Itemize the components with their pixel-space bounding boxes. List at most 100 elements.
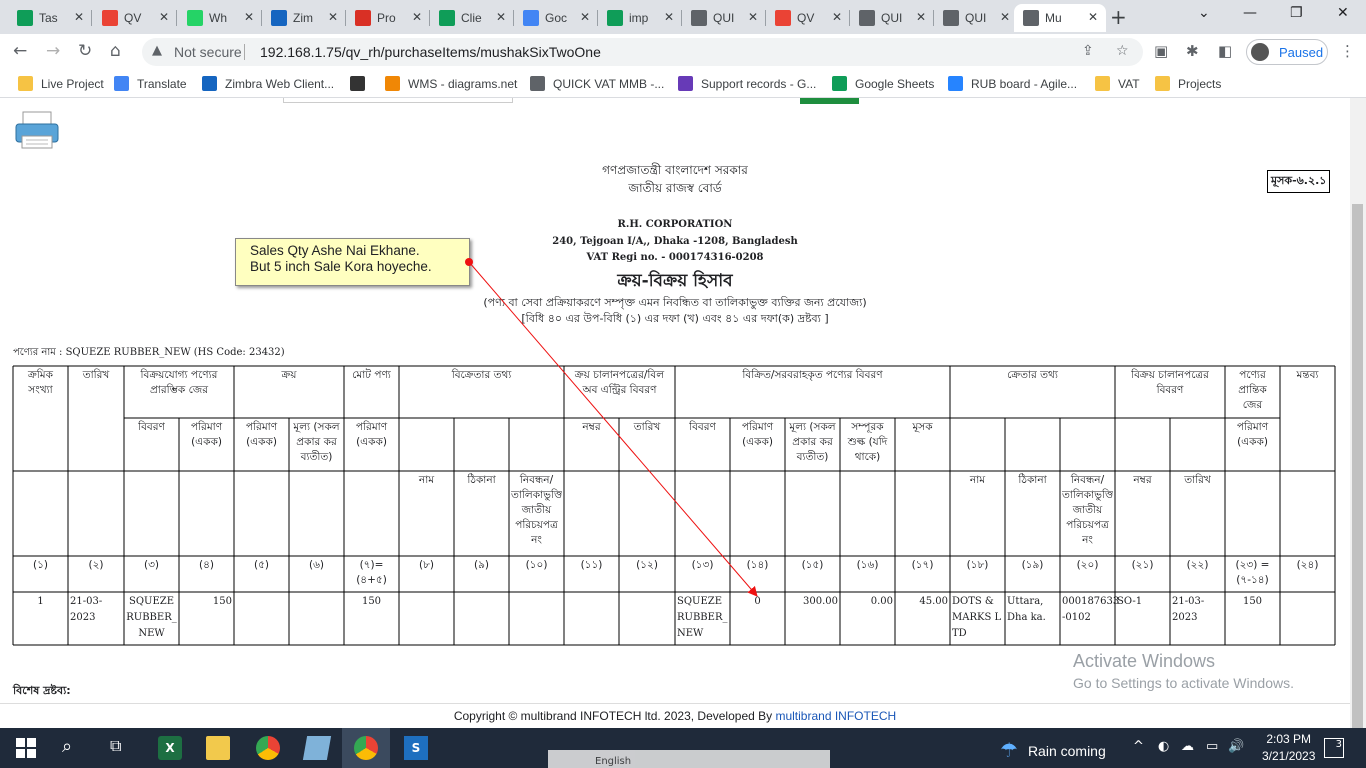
extension-shield-icon[interactable]: ▣: [1154, 42, 1168, 60]
browser-tab[interactable]: Mu ✕: [1014, 4, 1106, 32]
address-bar[interactable]: ▲ Not secure 192.168.1.75/qv_rh/purchase…: [142, 38, 1143, 66]
windows-start-icon[interactable]: [14, 736, 38, 760]
header-serial: ক্রমিক সংখ্যা: [28, 369, 53, 396]
subheader-qty: পরিমাণ (একক): [245, 421, 278, 448]
menu-icon[interactable]: ⋮: [1340, 42, 1355, 60]
close-tab-icon[interactable]: ✕: [664, 10, 674, 24]
browser-tab[interactable]: Clie ✕: [430, 4, 514, 32]
volume-icon[interactable]: 🔊: [1228, 739, 1244, 754]
footer-link[interactable]: multibrand INFOTECH: [775, 709, 896, 723]
profile-button[interactable]: Paused: [1246, 39, 1328, 65]
chevron-up-icon[interactable]: ^: [1133, 739, 1144, 754]
bookmark-icon: [385, 76, 400, 91]
skype-for-business-icon[interactable]: S: [404, 736, 428, 760]
gear-icon: [859, 10, 875, 26]
close-tab-icon[interactable]: ✕: [916, 10, 926, 24]
close-tab-icon[interactable]: ✕: [496, 10, 506, 24]
browser-tab[interactable]: QUI ✕: [934, 4, 1018, 32]
weather-widget[interactable]: ☂ Rain coming: [1000, 738, 1106, 763]
close-tab-icon[interactable]: ✕: [328, 10, 338, 24]
bookmark-icon: [114, 76, 129, 91]
url-text[interactable]: 192.168.1.75/qv_rh/purchaseItems/mushakS…: [260, 44, 601, 60]
row-serial: 1: [37, 596, 44, 607]
system-clock[interactable]: 2:03 PM 3/21/2023: [1262, 731, 1315, 765]
row-buyer-reg: 000187633 -0102: [1062, 596, 1120, 623]
browser-tab[interactable]: QV ✕: [766, 4, 850, 32]
new-tab-button[interactable]: +: [1110, 5, 1127, 29]
close-tab-icon[interactable]: ✕: [748, 10, 758, 24]
bookmark-item[interactable]: [350, 76, 373, 91]
report-table-grid: [12, 365, 1336, 646]
browser-tab[interactable]: QV ✕: [93, 4, 177, 32]
bookmark-item[interactable]: QUICK VAT MMB -...: [530, 76, 664, 91]
close-window-button[interactable]: ✕: [1337, 5, 1349, 21]
file-explorer-icon[interactable]: [206, 736, 230, 760]
row-invoice: SO-1: [1117, 596, 1143, 607]
warning-icon[interactable]: ▲: [152, 43, 162, 58]
subheader-reg: নিবন্ধন/ তালিকাভুক্তি জাতীয় পরিচয়পত্র …: [1062, 474, 1113, 546]
browser-tab[interactable]: imp ✕: [598, 4, 682, 32]
home-icon[interactable]: ⌂: [110, 41, 121, 61]
bookmark-icon: [202, 76, 217, 91]
close-tab-icon[interactable]: ✕: [412, 10, 422, 24]
chrome-active-icon[interactable]: [354, 736, 378, 760]
bookmark-item[interactable]: Google Sheets: [832, 76, 934, 91]
column-number: (১০): [525, 559, 548, 571]
column-number: (১৬): [856, 559, 879, 571]
close-tab-icon[interactable]: ✕: [244, 10, 254, 24]
column-number: (৬): [308, 559, 325, 571]
browser-tab[interactable]: Goc ✕: [514, 4, 598, 32]
column-number: (৫): [253, 559, 269, 571]
close-tab-icon[interactable]: ✕: [74, 10, 84, 24]
subheader-vat: মূসক: [912, 421, 933, 433]
subheader-address: ঠিকানা: [467, 474, 496, 486]
browser-tab[interactable]: Zim ✕: [262, 4, 346, 32]
task-view-icon[interactable]: ⧉: [110, 736, 134, 760]
network-icon[interactable]: ▭: [1206, 739, 1218, 754]
bookmark-item[interactable]: Zimbra Web Client...: [202, 76, 334, 91]
bookmark-item[interactable]: WMS - diagrams.net: [385, 76, 517, 91]
bookmark-item[interactable]: RUB board - Agile...: [948, 76, 1077, 91]
back-icon[interactable]: ←: [13, 41, 27, 61]
share-icon[interactable]: ⇪: [1082, 43, 1094, 59]
chrome-icon[interactable]: [256, 736, 280, 760]
close-tab-icon[interactable]: ✕: [1000, 10, 1010, 24]
browser-tab[interactable]: QUI ✕: [850, 4, 934, 32]
bookmark-item[interactable]: Live Project: [18, 76, 104, 91]
maximize-button[interactable]: ❐: [1290, 5, 1303, 21]
scrollbar-thumb[interactable]: [1352, 204, 1363, 736]
meet-now-icon[interactable]: ◐: [1158, 739, 1169, 754]
forward-icon[interactable]: →: [46, 41, 60, 61]
bookmark-item[interactable]: VAT: [1095, 76, 1140, 91]
onedrive-icon[interactable]: ☁: [1181, 739, 1194, 754]
row-sold-qty: 0: [754, 596, 761, 607]
header-sales-invoice: বিক্রয় চালানপত্রের বিবরণ: [1131, 369, 1209, 396]
browser-tab[interactable]: Tas ✕: [8, 4, 92, 32]
notepad-icon[interactable]: [302, 736, 332, 760]
browser-tab[interactable]: Pro ✕: [346, 4, 430, 32]
browser-tab[interactable]: QUI ✕: [682, 4, 766, 32]
reload-icon[interactable]: ↻: [78, 41, 92, 61]
bookmark-item[interactable]: Translate: [114, 76, 187, 91]
minimize-button[interactable]: —: [1243, 5, 1257, 21]
language-bar[interactable]: English: [548, 750, 830, 768]
bookmark-star-icon[interactable]: ☆: [1116, 43, 1129, 59]
column-number: (১৪): [746, 559, 769, 571]
search-icon[interactable]: ⌕: [62, 736, 86, 760]
not-secure-label[interactable]: Not secure: [174, 44, 242, 60]
browser-tab[interactable]: Wh ✕: [178, 4, 262, 32]
header-buyer-info: ক্রেতার তথ্য: [1007, 369, 1058, 381]
page-scrollbar[interactable]: [1350, 98, 1366, 736]
close-tab-icon[interactable]: ✕: [159, 10, 169, 24]
notifications-icon[interactable]: 3: [1324, 738, 1344, 758]
header-date: তারিখ: [82, 369, 110, 381]
excel-icon[interactable]: X: [158, 736, 182, 760]
close-tab-icon[interactable]: ✕: [580, 10, 590, 24]
side-panel-icon[interactable]: ◧: [1218, 42, 1232, 60]
extensions-puzzle-icon[interactable]: ✱: [1186, 42, 1199, 60]
bookmark-item[interactable]: Projects: [1155, 76, 1221, 91]
bookmark-item[interactable]: Support records - G...: [678, 76, 816, 91]
close-tab-icon[interactable]: ✕: [1088, 10, 1098, 24]
tab-search-icon[interactable]: ⌄: [1198, 5, 1210, 21]
close-tab-icon[interactable]: ✕: [832, 10, 842, 24]
